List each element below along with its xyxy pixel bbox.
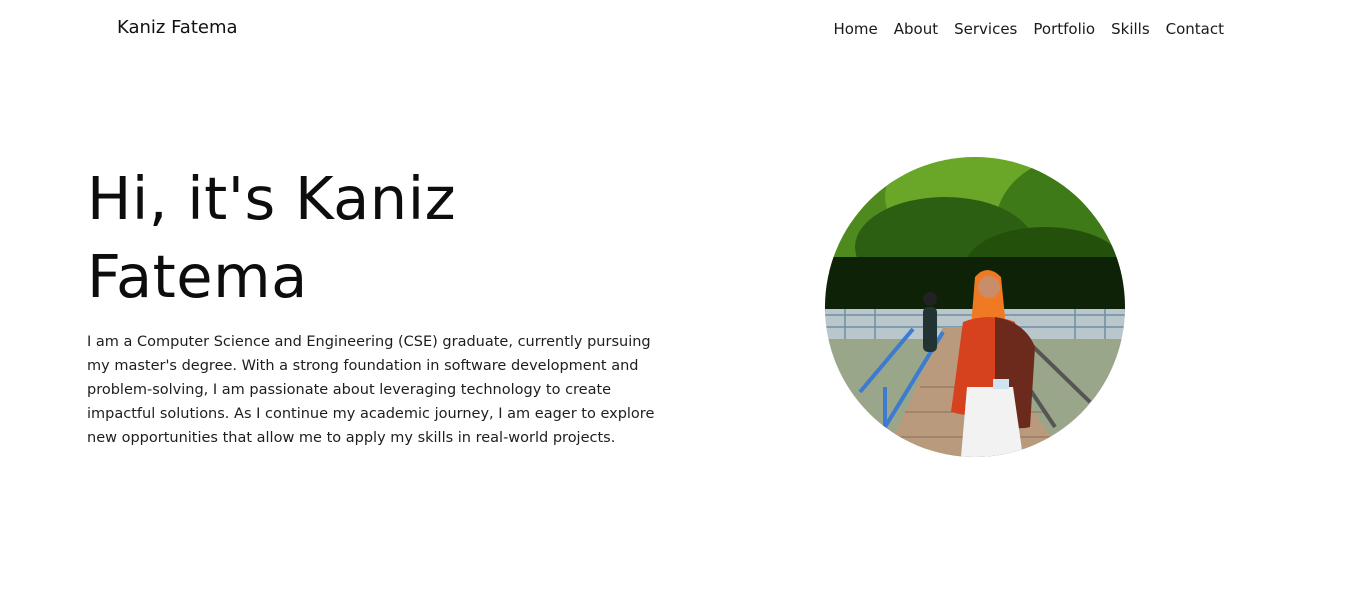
profile-photo	[825, 157, 1125, 457]
brand-logo[interactable]: Kaniz Fatema	[117, 17, 238, 38]
nav-link-about[interactable]: About	[894, 20, 938, 38]
hero-description: I am a Computer Science and Engineering …	[87, 334, 655, 446]
page: Kaniz Fatema Home About Services Portfol…	[0, 0, 1347, 611]
nav-item: About	[894, 19, 938, 38]
nav-link-services[interactable]: Services	[954, 20, 1017, 38]
nav-link-skills[interactable]: Skills	[1111, 20, 1150, 38]
nav-link-portfolio[interactable]: Portfolio	[1033, 20, 1095, 38]
nav-item: Portfolio	[1033, 19, 1095, 38]
nav-menu: Home About Services Portfolio Skills Con…	[833, 19, 1224, 38]
nav-item: Contact	[1166, 19, 1224, 38]
navbar: Kaniz Fatema Home About Services Portfol…	[0, 0, 1347, 58]
nav-item: Skills	[1111, 19, 1150, 38]
hero-title: Hi, it's Kaniz Fatema	[87, 164, 457, 311]
nav-link-contact[interactable]: Contact	[1166, 20, 1224, 38]
hero-section: Hi, it's Kaniz Fatema I am a Computer Sc…	[87, 160, 667, 450]
nav-item: Services	[954, 19, 1017, 38]
nav-item: Home	[833, 19, 877, 38]
nav-link-home[interactable]: Home	[833, 20, 877, 38]
